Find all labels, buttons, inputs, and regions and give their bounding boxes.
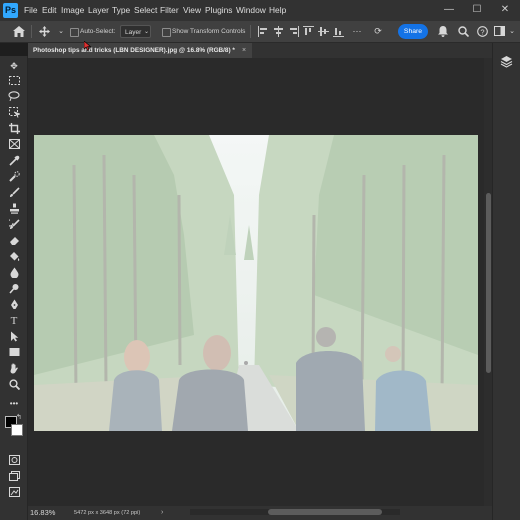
pen-tool-icon[interactable] [6,299,22,312]
menu-edit[interactable]: Edit [42,0,56,21]
share-button[interactable]: Share [398,24,428,39]
edit-toolbar-icon[interactable]: ••• [6,397,22,410]
show-transform-label: Show Transform Controls [172,28,246,35]
svg-text:?: ? [480,27,484,36]
auto-select-dropdown[interactable]: Layer ⌄ [120,25,151,38]
photoshop-logo: Ps [3,3,18,18]
document-tab[interactable]: Photoshop tips and tricks (LBN DESIGNER)… [28,43,252,58]
close-window-button[interactable]: ✕ [497,2,513,18]
vertical-scrollbar-thumb[interactable] [486,193,491,373]
close-tab-icon[interactable]: × [242,43,246,58]
separator [250,25,251,38]
maximize-button[interactable]: ☐ [469,2,485,18]
document-tab-title: Photoshop tips and tricks (LBN DESIGNER)… [33,47,235,54]
show-transform-checkbox[interactable] [162,28,171,37]
menu-window[interactable]: Window [236,0,266,21]
options-bar: ⌄ Auto-Select: Layer ⌄ Show Transform Co… [0,21,520,43]
tools-panel: » ✥ T ••• ↰ [0,56,28,520]
status-menu-chevron-icon[interactable]: › [161,506,163,520]
auto-select-value: Layer [125,29,142,36]
generative-fill-icon[interactable] [6,487,22,500]
rectangle-tool-icon[interactable] [6,347,22,360]
layers-icon[interactable] [500,55,514,69]
swap-colors-icon[interactable]: ↰ [16,413,22,421]
menu-image[interactable]: Image [61,0,84,21]
document-info: 5472 px x 3648 px (72 ppi) [74,510,141,516]
clone-stamp-tool-icon[interactable] [6,203,22,216]
color-swatches[interactable]: ↰ [5,413,23,438]
menu-plugins[interactable]: Plugins [205,0,232,21]
help-icon[interactable]: ? [474,24,490,39]
dodge-tool-icon[interactable] [6,283,22,296]
eyedropper-tool-icon[interactable] [6,155,22,168]
minimize-button[interactable]: — [441,2,457,18]
chevron-down-icon[interactable]: ⌄ [53,24,69,39]
align-bottom-edges-icon[interactable] [333,26,344,37]
menu-bar: Ps File Edit Image Layer Type Select Fil… [0,0,520,21]
screen-mode-icon[interactable] [6,471,22,484]
eraser-tool-icon[interactable] [6,235,22,248]
lasso-tool-icon[interactable] [6,91,22,104]
align-right-edges-icon[interactable] [288,26,299,37]
menu-layer[interactable]: Layer [88,0,109,21]
zoom-level[interactable]: 16.83% [30,506,55,520]
align-left-edges-icon[interactable] [258,26,269,37]
menu-view[interactable]: View [183,0,201,21]
3d-mode-icon[interactable]: ⟳ [370,24,386,39]
chevron-down-icon[interactable]: ⌄ [504,24,520,39]
align-horizontal-centers-icon[interactable] [273,26,284,37]
separator [31,25,32,38]
mouse-cursor-icon [83,38,92,51]
paint-bucket-tool-icon[interactable] [6,251,22,264]
hand-tool-icon[interactable] [6,363,22,376]
more-options-icon[interactable]: ··· [349,24,365,39]
document-image[interactable] [34,135,478,431]
home-icon[interactable] [11,24,27,39]
align-top-edges-icon[interactable] [303,26,314,37]
align-vertical-centers-icon[interactable] [318,26,329,37]
menu-type[interactable]: Type [112,0,130,21]
search-icon[interactable] [455,24,471,39]
path-selection-tool-icon[interactable] [6,331,22,344]
move-tool-icon[interactable] [36,24,52,39]
blur-tool-icon[interactable] [6,267,22,280]
spot-healing-brush-icon[interactable] [6,171,22,184]
menu-help[interactable]: Help [269,0,286,21]
quick-mask-icon[interactable] [6,455,22,468]
menu-select[interactable]: Select [134,0,157,21]
crop-tool-icon[interactable] [6,123,22,136]
move-tool-icon[interactable]: ✥ [6,60,22,73]
history-brush-tool-icon[interactable] [6,219,22,232]
brush-tool-icon[interactable] [6,187,22,200]
menu-filter[interactable]: Filter [160,0,179,21]
zoom-tool-icon[interactable] [6,379,22,392]
frame-tool-icon[interactable] [6,139,22,152]
auto-select-checkbox[interactable] [70,28,79,37]
horizontal-scrollbar-thumb[interactable] [268,509,382,515]
type-tool-icon[interactable]: T [6,315,22,328]
notifications-icon[interactable] [435,24,451,39]
chevron-down-icon: ⌄ [144,29,150,35]
right-panel-dock [492,43,520,520]
background-color-swatch[interactable] [11,424,23,436]
marquee-tool-icon[interactable] [6,76,22,89]
object-selection-tool-icon[interactable] [6,107,22,120]
menu-file[interactable]: File [24,0,38,21]
